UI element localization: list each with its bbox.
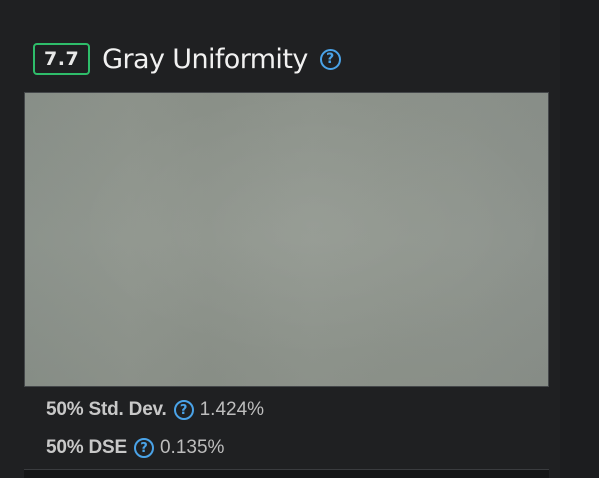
score-badge: 7.7 — [33, 43, 91, 75]
question-circle-icon[interactable]: ? — [133, 438, 154, 458]
review-section: 7.7 Gray Uniformity ? 50% Std. Dev. ? 1.… — [0, 0, 599, 478]
std-dev-label: 50% Std. Dev. — [46, 399, 167, 420]
gray-uniformity-card: 7.7 Gray Uniformity ? 50% Std. Dev. ? 1.… — [0, 0, 560, 478]
dse-value: 0.135% — [159, 437, 225, 458]
std-dev-value: 1.424% — [199, 399, 265, 420]
dse-metric: 50% DSE ? 0.135% — [46, 436, 224, 460]
section-title: Gray Uniformity — [102, 43, 308, 75]
section-header: 7.7 Gray Uniformity ? — [33, 42, 341, 76]
question-circle-icon[interactable]: ? — [319, 48, 341, 70]
question-circle-icon[interactable]: ? — [173, 400, 194, 420]
std-dev-metric: 50% Std. Dev. ? 1.424% — [46, 398, 264, 422]
dse-label: 50% DSE — [46, 437, 127, 458]
next-image-panel — [24, 469, 549, 478]
gray-uniformity-photo[interactable] — [24, 92, 549, 387]
